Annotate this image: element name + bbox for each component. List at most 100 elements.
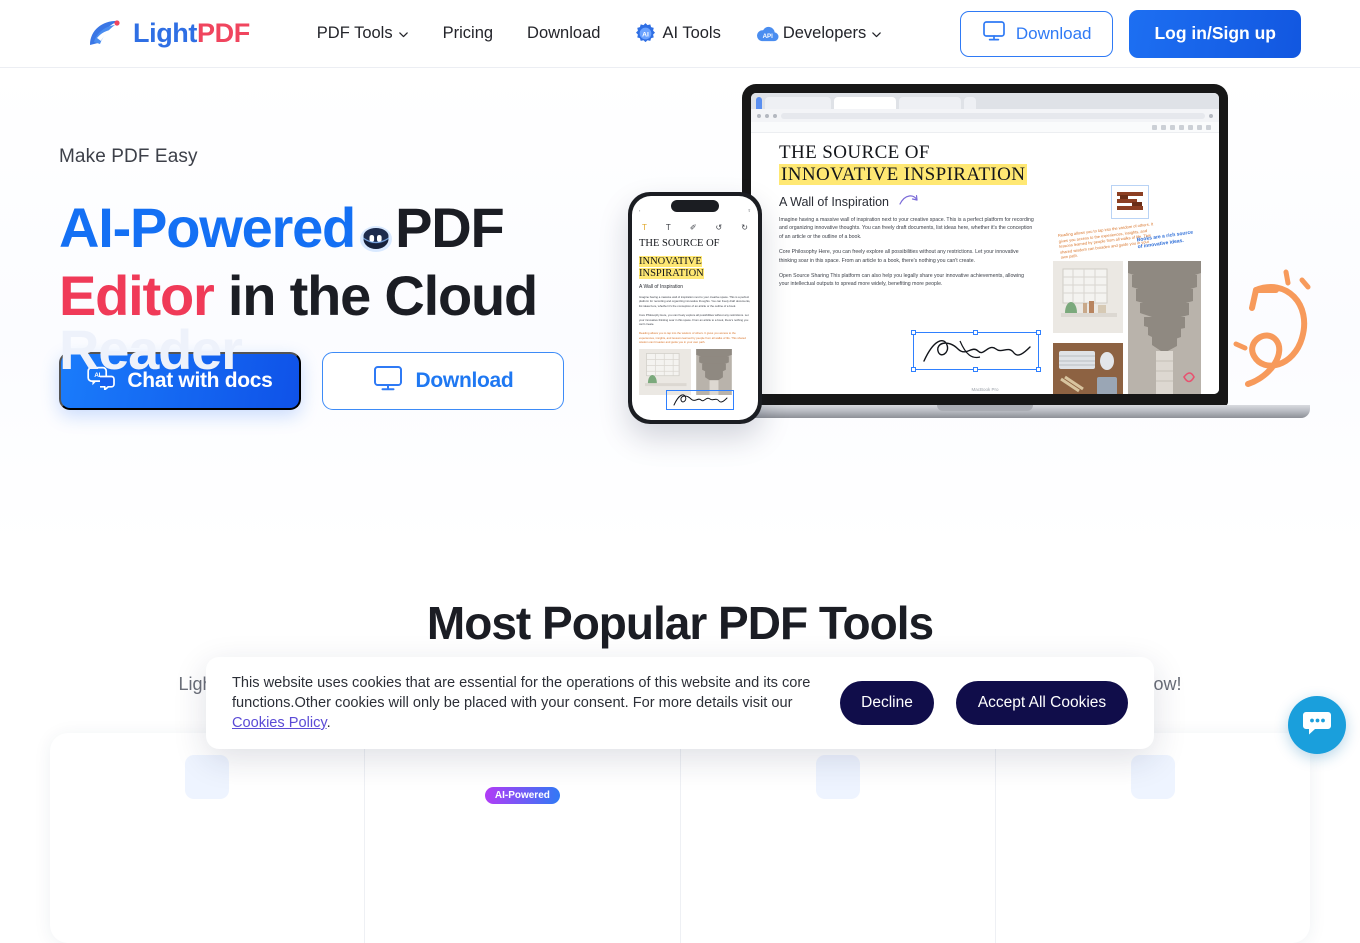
browser-reload-icon [773,114,777,118]
phone-doc-paragraph-1: Imagine having a massive wall of inspira… [639,295,751,308]
browser-new-tab [964,97,976,109]
site-logo[interactable]: LightPDF [84,16,250,52]
hero-device-mockup: THE SOURCE OF INNOVATIVE INSPIRATION A W… [600,68,1320,468]
toolbar-icon [1170,125,1175,130]
hero-headline-pdf: PDF [395,196,503,259]
cookies-policy-link[interactable]: Cookies Policy [232,715,327,731]
nav-item-pricing[interactable]: Pricing [426,16,510,51]
page-title: Most Popular PDF Tools [0,596,1360,650]
logo-text: LightPDF [133,18,250,49]
signature-selection-box[interactable] [913,332,1039,370]
document-page: THE SOURCE OF INNOVATIVE INSPIRATION A W… [751,133,1219,394]
hero-download-button[interactable]: Download [322,352,564,410]
browser-menu-icon [1209,114,1213,118]
lightpdf-logo-icon [84,16,126,52]
monitor-icon [373,365,403,398]
hero-headline: AI-Powered PDF Editor in the Cloud Reade… [59,194,619,330]
nav-item-ai-tools[interactable]: AI AI Tools [617,14,737,53]
text-highlight-icon[interactable]: T [642,223,647,232]
pen-icon[interactable]: ✐ [690,223,697,232]
doc-title-line2: INNOVATIVE INSPIRATION [779,164,1203,186]
pdf-tool-icon [185,755,229,799]
laptop-screen: THE SOURCE OF INNOVATIVE INSPIRATION A W… [742,84,1228,406]
browser-url-field [781,113,1205,119]
laptop-screen-content: THE SOURCE OF INNOVATIVE INSPIRATION A W… [751,93,1219,394]
tool-card[interactable] [50,733,365,943]
decline-cookies-button[interactable]: Decline [840,681,934,725]
tool-card[interactable] [996,733,1310,943]
toolbar-icon [1152,125,1157,130]
toolbar-icon [1206,125,1211,130]
doc-title-line2-text: INNOVATIVE INSPIRATION [779,164,1027,185]
phone-doc-note-orange: Reading allows you to tap into the wisdo… [639,331,751,344]
chat-widget-button[interactable] [1288,696,1346,754]
nav-label-pdf-tools: PDF Tools [317,24,393,43]
browser-address-bar [751,109,1219,122]
ai-gear-icon: AI [634,22,657,45]
hero-headline-ai-powered: AI-Powered [59,196,355,259]
phone-back-icon: ‹ [639,208,640,213]
resize-handle[interactable] [973,330,978,335]
svg-text:API: API [762,33,773,40]
toolbar-icon [1161,125,1166,130]
cookie-text: This website uses cookies that are essen… [232,673,840,733]
accept-all-cookies-button[interactable]: Accept All Cookies [956,681,1128,725]
ai-powered-badge: AI-Powered [485,787,560,804]
phone-notch [671,200,719,212]
nav-item-pdf-tools[interactable]: PDF Tools [300,16,426,51]
cookie-text-period: . [327,715,331,731]
doc-photo-shelf [1053,261,1123,338]
text-icon[interactable]: T [666,223,671,232]
api-cloud-icon: API [755,22,778,45]
browser-back-icon [757,114,761,118]
browser-tab-active [834,97,896,109]
redo-icon[interactable]: ↻ [741,223,748,232]
tool-card[interactable] [681,733,996,943]
doc-paragraph-1: Imagine having a massive wall of inspira… [779,216,1034,241]
phone-mockup: ‹⇪ T T ✐ ↺ ↻ THE SOURCE OF INNOVATIVE IN… [628,192,762,424]
hero-copy: Make PDF Easy AI-Powered PDF Editor in t… [59,146,619,410]
toolbar-icon [1188,125,1193,130]
resize-handle[interactable] [973,367,978,372]
hero-eyebrow: Make PDF Easy [59,146,619,168]
signature-icon [914,333,1038,369]
tools-card-row: AI-Powered [50,733,1310,943]
doc-subtitle-text: A Wall of Inspiration [779,195,889,209]
nav-label-ai-tools: AI Tools [662,24,720,43]
phone-doc-paragraph-2: Core Philosophy Here, you can freely exp… [639,313,751,326]
monitor-icon [982,20,1006,47]
phone-doc-subtitle: A Wall of Inspiration [639,284,751,290]
editor-toolbar [751,122,1219,133]
hero-section: Make PDF Easy AI-Powered PDF Editor in t… [0,68,1360,548]
nav-label-download: Download [527,24,600,43]
doc-photo-group [1053,261,1201,394]
hero-headline-in-the-cloud: in the Cloud [214,264,537,327]
toolbar-icon [1179,125,1184,130]
nav-label-developers: Developers [783,24,866,43]
nav-item-download[interactable]: Download [510,16,617,51]
phone-signature-box[interactable] [666,390,734,410]
nav-label-pricing: Pricing [443,24,493,43]
header-download-label: Download [1016,24,1092,44]
resize-handle[interactable] [1036,367,1041,372]
doc-paragraph-3: Open Source Sharing This platform can al… [779,272,1034,289]
svg-text:AI: AI [643,32,650,39]
header-actions: Download Log in/Sign up [960,10,1301,58]
nav-item-developers[interactable]: API Developers [738,14,899,53]
doc-right-column: Reading allows you to tap into the wisdo… [1053,185,1201,394]
header-download-button[interactable]: Download [960,11,1114,57]
resize-handle[interactable] [911,367,916,372]
resize-handle[interactable] [911,330,916,335]
chevron-down-icon [871,29,882,40]
login-signup-button[interactable]: Log in/Sign up [1129,10,1301,58]
undo-icon[interactable]: ↺ [716,223,723,232]
browser-tab [756,97,762,109]
cookie-text-body: This website uses cookies that are essen… [232,675,810,711]
tool-card[interactable]: AI-Powered [365,733,680,943]
browser-tab [899,97,961,109]
chevron-down-icon [398,29,409,40]
pdf-tool-icon [1131,755,1175,799]
phone-share-icon: ⇪ [748,208,751,213]
resize-handle[interactable] [1036,330,1041,335]
laptop-notch [937,405,1033,411]
